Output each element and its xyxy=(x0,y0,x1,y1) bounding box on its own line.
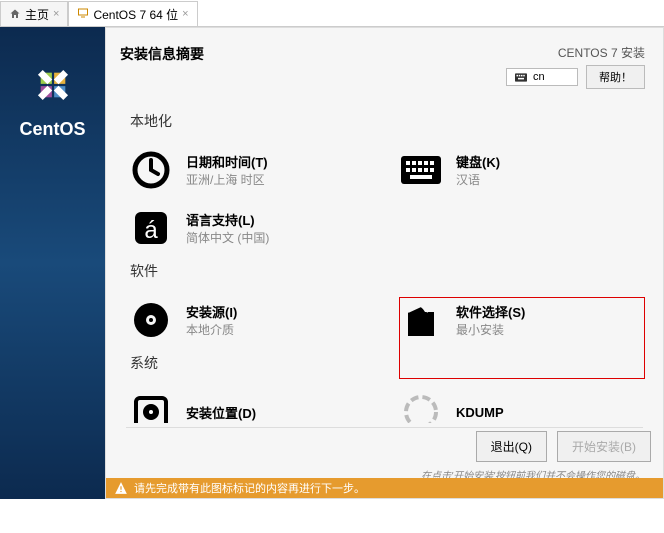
item-title: 安装位置(D) xyxy=(186,403,256,422)
kdump-icon xyxy=(400,391,442,423)
header: 安装信息摘要 CENTOS 7 安装 cn 帮助！ xyxy=(106,28,663,97)
sidebar: CentOS xyxy=(0,27,105,499)
package-icon xyxy=(400,299,442,341)
tab-vm[interactable]: CentOS 7 64 位 × xyxy=(68,1,197,26)
keyboard-icon xyxy=(400,149,442,191)
keyboard-icon xyxy=(515,73,527,82)
item-kdump[interactable]: KDUMP xyxy=(376,383,646,423)
product-label: CENTOS 7 安装 xyxy=(506,44,645,61)
warning-icon xyxy=(114,481,128,495)
warning-text: 请先完成带有此图标标记的内容再进行下一步。 xyxy=(134,480,365,496)
content-panel: 安装信息摘要 CENTOS 7 安装 cn 帮助！ 本地化 xyxy=(105,27,664,499)
clock-icon xyxy=(130,149,172,191)
home-icon xyxy=(9,8,21,20)
item-sub: 最小安装 xyxy=(456,321,525,338)
item-title: 软件选择(S) xyxy=(456,302,525,321)
item-sub: 简体中文 (中国) xyxy=(186,229,269,246)
item-sub: 本地介质 xyxy=(186,321,237,338)
close-icon[interactable]: × xyxy=(182,8,188,20)
item-sub: 汉语 xyxy=(456,171,500,188)
item-title: KDUMP xyxy=(456,405,504,420)
item-title: 日期和时间(T) xyxy=(186,152,268,171)
centos-logo-icon xyxy=(25,57,81,113)
item-install-source[interactable]: 安装源(I) 本地介质 xyxy=(106,291,376,349)
item-language[interactable]: á 语言支持(L) 简体中文 (中国) xyxy=(106,199,376,257)
item-software-selection[interactable]: 软件选择(S) 最小安装 xyxy=(376,291,646,349)
divider xyxy=(126,427,643,428)
section-software: 软件 xyxy=(106,257,663,291)
monitor-icon xyxy=(77,7,89,22)
item-install-destination[interactable]: 安装位置(D) xyxy=(106,383,376,423)
item-sub: 亚洲/上海 时区 xyxy=(186,171,268,188)
begin-install-button[interactable]: 开始安装(B) xyxy=(557,431,651,462)
item-title: 安装源(I) xyxy=(186,302,237,321)
tab-home[interactable]: 主页 × xyxy=(0,1,68,26)
close-icon[interactable]: × xyxy=(53,8,59,20)
language-selector[interactable]: cn xyxy=(506,68,578,86)
tab-vm-label: CentOS 7 64 位 xyxy=(93,6,178,23)
help-button[interactable]: 帮助！ xyxy=(586,65,645,89)
page-title: 安装信息摘要 xyxy=(120,44,204,89)
tab-bar: 主页 × CentOS 7 64 位 × xyxy=(0,0,664,27)
language-icon: á xyxy=(130,207,172,249)
item-title: 键盘(K) xyxy=(456,152,500,171)
section-system: 系统 xyxy=(106,349,663,383)
section-localization: 本地化 xyxy=(106,107,663,141)
quit-button[interactable]: 退出(Q) xyxy=(476,431,547,462)
tab-home-label: 主页 xyxy=(25,6,49,23)
item-datetime[interactable]: 日期和时间(T) 亚洲/上海 时区 xyxy=(106,141,376,199)
brand-text: CentOS xyxy=(19,119,85,140)
svg-text:á: á xyxy=(144,217,158,244)
footer-buttons: 退出(Q) 开始安装(B) xyxy=(476,431,651,462)
disc-icon xyxy=(130,299,172,341)
disk-icon xyxy=(130,391,172,423)
main-area: CentOS 安装信息摘要 CENTOS 7 安装 cn 帮助！ 本地化 xyxy=(0,27,664,499)
item-keyboard[interactable]: 键盘(K) 汉语 xyxy=(376,141,646,199)
warning-bar: 请先完成带有此图标标记的内容再进行下一步。 xyxy=(106,478,663,498)
lang-code: cn xyxy=(533,71,545,83)
item-title: 语言支持(L) xyxy=(186,210,269,229)
